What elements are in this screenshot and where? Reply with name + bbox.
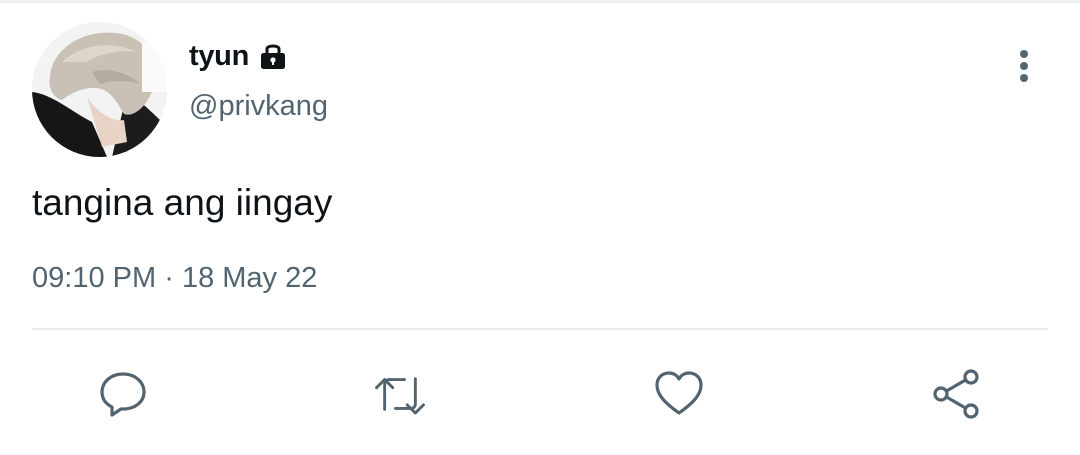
lock-icon [257, 40, 289, 72]
author-handle[interactable]: @privkang [189, 90, 328, 123]
reply-button[interactable] [95, 366, 151, 422]
more-options-button[interactable] [1004, 44, 1044, 88]
tweet-date: 18 May 22 [181, 262, 318, 294]
tweet-timestamp: 09:10 PM · 18 May 22 [32, 262, 317, 295]
timestamp-separator: · [164, 262, 174, 294]
heart-icon [655, 371, 703, 415]
share-nodes-icon [933, 369, 979, 419]
like-button[interactable] [651, 366, 707, 422]
avatar[interactable] [32, 22, 167, 157]
tweet-time: 09:10 PM [32, 262, 157, 294]
profile-photo [32, 22, 167, 157]
divider [32, 328, 1048, 330]
share-button[interactable] [929, 366, 985, 422]
vertical-dots-icon [1020, 50, 1028, 82]
display-name[interactable]: tyun [189, 40, 249, 73]
retweet-arrows-icon [375, 377, 425, 415]
tweet-text: tangina ang iingay [32, 182, 333, 223]
top-border [0, 0, 1080, 3]
author-name-row: tyun [189, 36, 289, 76]
comment-bubble-icon [100, 372, 146, 417]
retweet-button[interactable] [372, 366, 428, 422]
